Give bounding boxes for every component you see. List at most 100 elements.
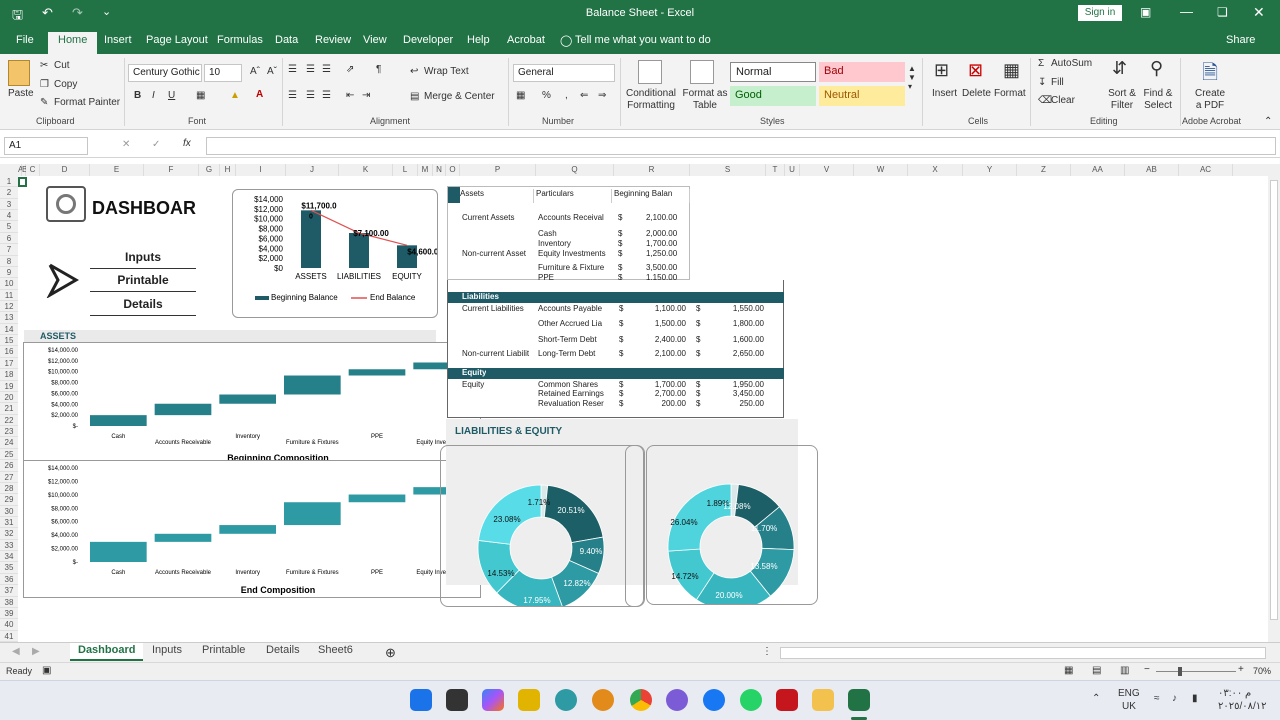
tab-data[interactable]: Data	[275, 34, 298, 46]
share-button[interactable]: Share	[1226, 34, 1255, 46]
row-header-29[interactable]: 29	[0, 494, 18, 506]
row-header-39[interactable]: 39	[0, 607, 18, 620]
page-break-view-icon[interactable]: ▥	[1120, 665, 1129, 676]
tab-insert[interactable]: Insert	[104, 34, 132, 46]
conditional-formatting-icon[interactable]	[638, 60, 662, 84]
percent-button[interactable]: %	[542, 90, 551, 101]
end-bar[interactable]	[154, 533, 212, 542]
column-header-e[interactable]: E	[90, 164, 144, 176]
beginning-composition-panel[interactable]: $14,000.00 $12,000.00 $10,000.00 $8,000.00 $…	[23, 342, 481, 466]
column-header-x[interactable]: X	[908, 164, 963, 176]
paste-icon[interactable]	[8, 60, 30, 86]
column-header-j[interactable]: J	[286, 164, 339, 176]
edge-icon[interactable]	[555, 689, 577, 711]
bottom-align-icon[interactable]: ☰	[322, 64, 331, 75]
column-header-c[interactable]: C	[26, 164, 40, 176]
signin-button[interactable]: Sign in	[1078, 5, 1122, 21]
row-header-24[interactable]: 24	[0, 437, 18, 449]
wifi-icon[interactable]: ≈	[1154, 693, 1160, 704]
end-bar[interactable]	[219, 525, 276, 534]
formula-input[interactable]	[206, 137, 1276, 155]
merge-icon[interactable]: ▤	[410, 91, 419, 102]
row-header-35[interactable]: 35	[0, 562, 18, 574]
row-header-21[interactable]: 21	[0, 403, 18, 415]
row-header-8[interactable]: 8	[0, 255, 18, 267]
bold-button[interactable]: B	[134, 90, 141, 101]
nav-inputs-link[interactable]: Inputs	[90, 250, 196, 269]
end-bar[interactable]	[284, 502, 341, 526]
row-header-34[interactable]: 34	[0, 551, 18, 563]
fill-icon[interactable]: ↧	[1038, 77, 1046, 88]
column-header-l[interactable]: L	[393, 164, 418, 176]
style-normal[interactable]: Normal	[730, 62, 816, 82]
decrease-decimal-icon[interactable]: ⇒	[598, 90, 606, 101]
name-box[interactable]: A1	[4, 137, 88, 155]
tab-formulas[interactable]: Formulas	[217, 34, 263, 46]
tab-split-icon[interactable]: ⋮	[762, 646, 772, 657]
prev-sheet-icon[interactable]: ◀	[12, 646, 20, 657]
confirm-entry-icon[interactable]: ✓	[152, 139, 160, 150]
row-header-37[interactable]: 37	[0, 585, 18, 597]
row-header-23[interactable]: 23	[0, 426, 18, 438]
insert-cells-icon[interactable]: ⊞	[934, 60, 949, 81]
row-header-27[interactable]: 27	[0, 471, 18, 483]
format-painter-button[interactable]: Format Painter	[54, 97, 120, 108]
column-header-aa[interactable]: AA	[1071, 164, 1125, 176]
column-header-u[interactable]: U	[785, 164, 800, 176]
row-header-28[interactable]: 28	[0, 482, 18, 495]
task-view-icon[interactable]	[446, 689, 468, 711]
row-header-26[interactable]: 26	[0, 460, 18, 472]
sort-filter-button[interactable]: Sort & Filter	[1106, 88, 1138, 112]
accounting-icon[interactable]: ▦	[516, 90, 525, 101]
column-header-z[interactable]: Z	[1017, 164, 1071, 176]
beginning-donut-panel[interactable]: 1.71% 20.51% 9.40% 12.82% 17.95% 14.53% 23.08%	[440, 445, 644, 612]
paste-button[interactable]: Paste	[8, 88, 34, 99]
worksheet-grid[interactable]: A B C D E F G H I J K L M N O P Q R S T U V W X Y Z AA AB AC 1234567…	[0, 164, 1280, 642]
copy-button[interactable]: Copy	[54, 79, 77, 90]
assets-column-header[interactable]: Beginning Balan	[614, 189, 690, 203]
column-header-y[interactable]: Y	[963, 164, 1017, 176]
macro-recording-icon[interactable]: ▣	[42, 665, 51, 676]
summary-bar[interactable]	[349, 233, 369, 268]
comma-button[interactable]: ,	[565, 90, 568, 101]
tab-developer[interactable]: Developer	[403, 34, 453, 46]
middle-align-icon[interactable]: ☰	[306, 64, 315, 75]
delete-cells-icon[interactable]: ⊠	[968, 60, 983, 81]
column-header-q[interactable]: Q	[536, 164, 614, 176]
cut-button[interactable]: Cut	[54, 60, 70, 71]
begin-bar[interactable]	[219, 394, 276, 404]
format-painter-icon[interactable]: ✎	[40, 97, 48, 108]
row-header-18[interactable]: 18	[0, 369, 18, 381]
facebook-icon[interactable]	[703, 689, 725, 711]
row-header-6[interactable]: 6	[0, 232, 18, 245]
row-header-5[interactable]: 5	[0, 221, 18, 233]
find-select-button[interactable]: Find & Select	[1140, 88, 1176, 112]
row-header-3[interactable]: 3	[0, 198, 18, 211]
column-header-m[interactable]: M	[418, 164, 433, 176]
battery-icon[interactable]: ▮	[1192, 693, 1198, 704]
file-explorer-icon[interactable]	[812, 689, 834, 711]
conditional-formatting-button[interactable]: Conditional Formatting	[622, 88, 680, 112]
insert-cells-button[interactable]: Insert	[932, 88, 957, 99]
column-header-k[interactable]: K	[339, 164, 393, 176]
tab-help[interactable]: Help	[467, 34, 490, 46]
sheet-tab-sheet6[interactable]: Sheet6	[310, 643, 361, 661]
column-header-r[interactable]: R	[614, 164, 690, 176]
begin-bar[interactable]	[284, 375, 341, 395]
sheet-tab-inputs[interactable]: Inputs	[144, 643, 190, 661]
align-left-icon[interactable]: ☰	[288, 90, 297, 101]
widgets-icon[interactable]	[518, 689, 540, 711]
maximize-icon[interactable]: ❏	[1217, 5, 1228, 19]
create-pdf-button[interactable]: Create a PDF	[1192, 88, 1228, 112]
horizontal-scrollbar[interactable]	[780, 647, 1266, 659]
top-align-icon[interactable]: ☰	[288, 64, 297, 75]
font-color-icon[interactable]: A	[256, 89, 263, 100]
assets-column-header[interactable]: Particulars	[536, 189, 612, 203]
end-bar[interactable]	[90, 541, 147, 562]
wrap-text-button[interactable]: Wrap Text	[424, 66, 469, 77]
row-header-1[interactable]: 1	[0, 176, 18, 188]
column-header-i[interactable]: I	[236, 164, 286, 176]
increase-indent-icon[interactable]: ⇥	[362, 90, 370, 101]
start-icon[interactable]	[410, 689, 432, 711]
styles-scroll-icon[interactable]: ▲ ▼ ▾	[908, 64, 916, 91]
